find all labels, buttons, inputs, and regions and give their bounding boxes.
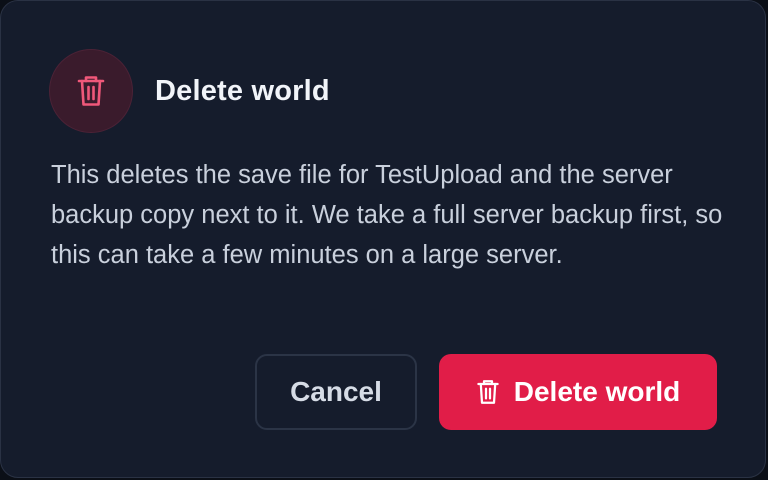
dialog-title: Delete world [155, 74, 330, 107]
danger-icon-badge [49, 49, 133, 133]
cancel-button[interactable]: Cancel [255, 354, 417, 430]
delete-world-button-label: Delete world [513, 376, 681, 407]
cancel-button-label: Cancel [290, 376, 382, 407]
delete-world-button[interactable]: Delete world [439, 354, 717, 430]
trash-icon [476, 378, 500, 406]
delete-world-dialog: Delete world This deletes the save file … [0, 0, 766, 478]
dialog-message: This deletes the save file for TestUploa… [51, 161, 723, 269]
dialog-actions: Cancel Delete world [255, 354, 717, 430]
dialog-header: Delete world [49, 49, 330, 133]
trash-icon [77, 76, 105, 106]
